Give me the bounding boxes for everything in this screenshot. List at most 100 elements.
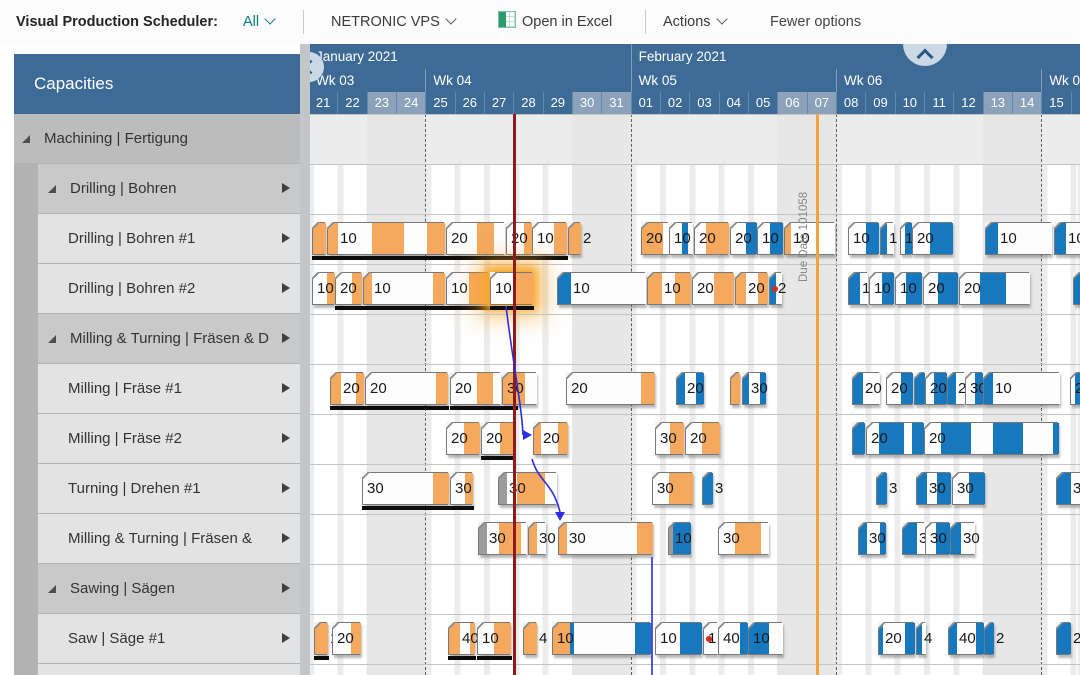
operation-bar[interactable]: 1 <box>1073 272 1080 305</box>
capacity-group-row[interactable]: Machining | Fertigung <box>14 114 300 163</box>
operation-bar[interactable]: 2 <box>1070 372 1080 405</box>
operation-bar[interactable]: 30 <box>528 522 545 555</box>
operation-bar[interactable]: 20 <box>365 372 447 405</box>
operation-bar[interactable]: 3 <box>876 472 886 505</box>
filter-dropdown[interactable]: All <box>243 0 274 44</box>
open-row-arrow-icon[interactable] <box>282 183 290 193</box>
operation-bar[interactable]: 10 <box>869 272 893 305</box>
vertical-scrollbar[interactable] <box>300 44 310 675</box>
operation-bar[interactable]: 20 <box>886 372 912 405</box>
operation-bar[interactable]: 10 <box>985 222 1051 255</box>
operation-bar[interactable]: 2 <box>852 422 864 455</box>
operation-bar[interactable]: 30 <box>916 472 950 505</box>
operation-bar[interactable]: 30 <box>742 372 765 405</box>
open-row-arrow-icon[interactable] <box>282 333 290 343</box>
open-row-arrow-icon[interactable] <box>282 383 290 393</box>
fewer-options-button[interactable]: Fewer options <box>770 0 861 44</box>
operation-bar[interactable]: 40 <box>448 622 474 655</box>
operation-bar[interactable]: 20 <box>446 422 479 455</box>
operation-bar[interactable]: 30 <box>950 522 974 555</box>
operation-bar[interactable]: 30 <box>965 372 982 405</box>
operation-bar[interactable]: 30 <box>718 522 768 555</box>
operation-bar[interactable]: 2 <box>568 222 580 255</box>
operation-bar[interactable]: 20 <box>332 622 360 655</box>
operation-bar[interactable]: 30 <box>925 522 949 555</box>
open-row-arrow-icon[interactable] <box>282 633 290 643</box>
operation-bar[interactable]: 20 <box>925 372 946 405</box>
operation-bar[interactable]: 1 <box>848 272 867 305</box>
capacity-row[interactable]: Drilling | Bohren #2 <box>38 264 300 313</box>
operation-bar[interactable]: 30 <box>498 472 556 505</box>
operation-bar[interactable]: 10 <box>446 272 488 305</box>
operation-bar[interactable]: 30 <box>952 472 984 505</box>
operation-bar[interactable]: 30 <box>558 522 652 555</box>
operation-bar[interactable]: 1 <box>900 222 911 255</box>
operation-bar[interactable]: 10 <box>757 222 782 255</box>
operation-bar[interactable]: 10 <box>748 622 782 655</box>
resource-row[interactable]: 303030103030303030 <box>310 514 1080 564</box>
operation-bar[interactable]: 20 <box>923 272 957 305</box>
operation-bar[interactable]: 20 <box>481 422 513 455</box>
open-row-arrow-icon[interactable] <box>282 283 290 293</box>
operation-bar[interactable]: 20 <box>947 372 964 405</box>
open-in-excel-button[interactable]: Open in Excel <box>498 0 612 44</box>
capacity-row[interactable]: Saw | Säge #1 <box>38 614 300 663</box>
operation-bar[interactable]: 10 <box>363 272 444 305</box>
resource-row[interactable]: 10201010101010202021101020201 <box>310 264 1080 314</box>
operation-bar[interactable]: 10 <box>552 622 650 655</box>
actions-menu-button[interactable]: Actions <box>663 0 726 44</box>
operation-bar[interactable]: 30 <box>450 472 472 505</box>
resource-row[interactable]: 120401041010140102044022 <box>310 614 1080 664</box>
resource-row[interactable] <box>310 664 1080 675</box>
operation-bar[interactable]: 10 <box>647 272 690 305</box>
operation-bar[interactable]: 10 <box>983 372 1059 405</box>
operation-bar[interactable]: 2 <box>769 272 781 305</box>
tree-expanded-icon[interactable] <box>48 585 56 593</box>
operation-bar[interactable]: 20 <box>676 372 703 405</box>
operation-bar[interactable]: 4 <box>523 622 536 655</box>
operation-bar[interactable]: 20 <box>335 272 361 305</box>
operation-bar[interactable]: 10 <box>490 272 532 305</box>
operation-bar[interactable]: 2 <box>984 622 993 655</box>
operation-bar[interactable]: 30 <box>652 472 692 505</box>
operation-bar[interactable]: 10 <box>327 222 444 255</box>
capacity-row[interactable]: Turning | Drehen #1 <box>38 464 300 513</box>
operation-bar[interactable]: 20 <box>924 422 1058 455</box>
operation-bar[interactable]: 1 <box>312 222 325 255</box>
operation-bar[interactable]: 20 <box>533 422 567 455</box>
operation-bar[interactable]: 10 <box>655 622 701 655</box>
operation-bar[interactable]: 2 <box>1056 622 1070 655</box>
operation-bar[interactable]: 1 <box>880 222 893 255</box>
tree-expanded-icon[interactable] <box>48 335 56 343</box>
operation-bar[interactable]: 10 <box>1054 222 1080 255</box>
resource-row[interactable]: 3030303033303030 <box>310 464 1080 514</box>
operation-bar[interactable]: 1 <box>703 622 717 655</box>
capacity-group-row[interactable]: Milling & Turning | Fräsen & D <box>38 314 300 363</box>
operation-bar[interactable]: 30 <box>655 422 683 455</box>
open-row-arrow-icon[interactable] <box>282 483 290 493</box>
capacity-group-row[interactable]: Drilling | Bohren <box>38 164 300 213</box>
resource-row[interactable]: 11020201022010202010101011201010 <box>310 214 1080 264</box>
operation-bar[interactable]: 20 <box>852 372 879 405</box>
operation-bar[interactable]: 10 <box>669 222 692 255</box>
operation-bar[interactable]: 20 <box>959 272 1029 305</box>
operation-bar[interactable]: 10 <box>895 272 921 305</box>
operation-bar[interactable]: 40 <box>718 622 747 655</box>
capacity-row[interactable]: Milling | Fräse #2 <box>38 414 300 463</box>
resource-row[interactable] <box>310 564 1080 614</box>
tree-expanded-icon[interactable] <box>22 135 30 143</box>
resource-row[interactable]: 20202030202033020202202030102 <box>310 364 1080 414</box>
open-row-arrow-icon[interactable] <box>282 233 290 243</box>
view-dropdown[interactable]: NETRONIC VPS <box>331 0 455 44</box>
operation-bar[interactable]: 2 <box>914 372 924 405</box>
operation-bar[interactable]: 10 <box>848 222 878 255</box>
operation-bar[interactable]: 20 <box>685 422 719 455</box>
operation-bar[interactable]: 10 <box>532 222 566 255</box>
operation-bar[interactable]: 30 <box>478 522 526 555</box>
operation-bar[interactable]: 3 <box>702 472 712 505</box>
open-row-arrow-icon[interactable] <box>282 433 290 443</box>
operation-bar[interactable]: 20 <box>450 372 500 405</box>
operation-bar[interactable]: 20 <box>641 222 668 255</box>
operation-bar[interactable]: 30 <box>1056 472 1080 505</box>
capacity-row[interactable] <box>38 664 300 675</box>
